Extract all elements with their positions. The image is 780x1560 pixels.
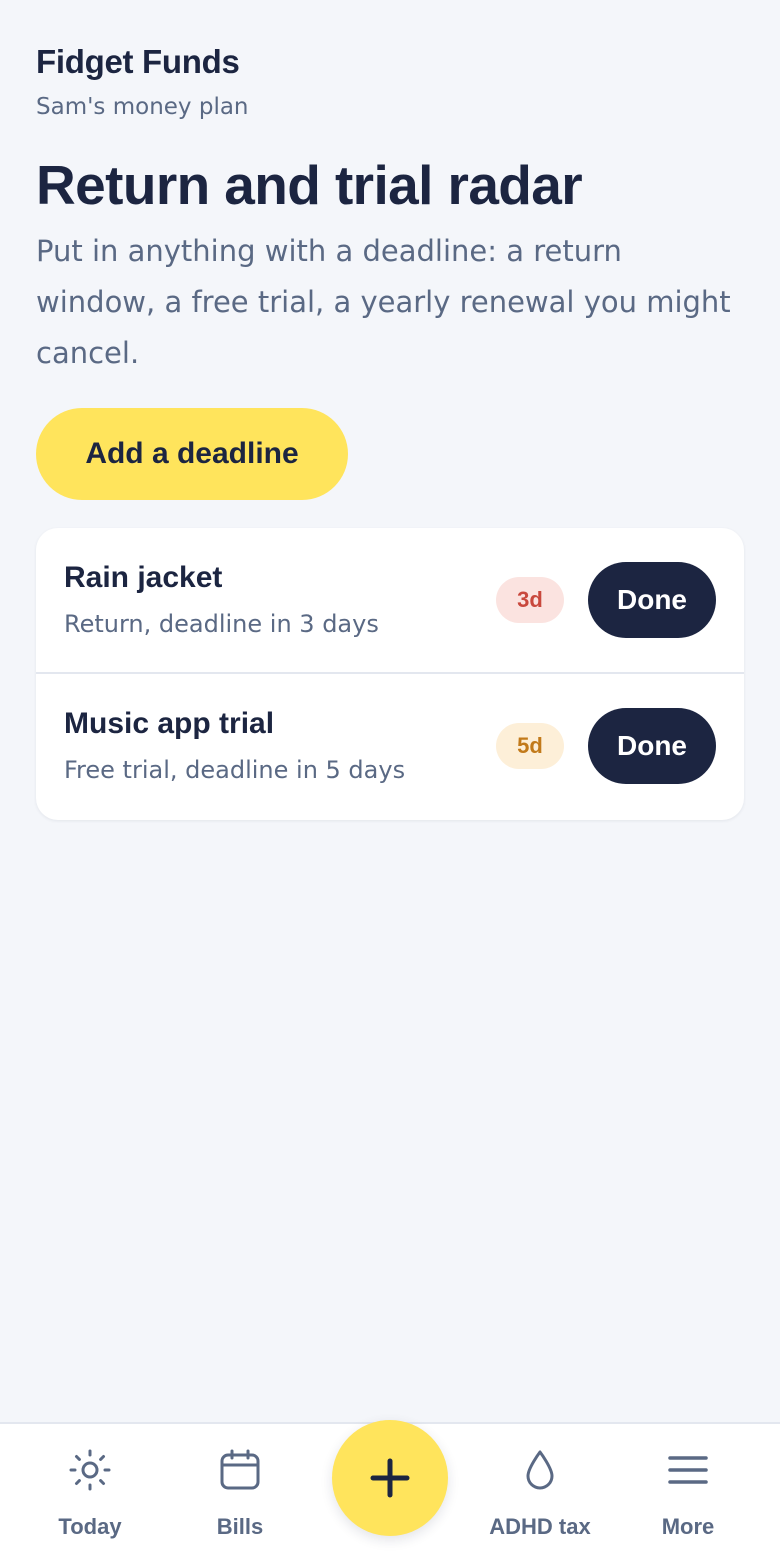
nav-item-more[interactable]: More [618, 1448, 758, 1548]
add-deadline-button[interactable]: Add a deadline [36, 408, 348, 500]
done-button[interactable]: Done [588, 708, 716, 784]
menu-icon [668, 1456, 708, 1484]
sun-icon [69, 1449, 111, 1491]
nav-label-bills: Bills [216, 1514, 264, 1539]
add-fab-button[interactable] [332, 1420, 448, 1536]
page-title: Return and trial radar [36, 154, 583, 216]
app-header: Fidget Funds Sam's money plan [36, 42, 744, 122]
drop-icon [526, 1450, 554, 1490]
days-left-badge: 3d [496, 577, 564, 623]
page-description: Put in anything with a deadline: a retur… [36, 234, 731, 370]
nav-label-today: Today [58, 1514, 122, 1539]
app-title: Fidget Funds [36, 43, 240, 80]
page: Fidget Funds Sam's money plan Return and… [0, 0, 780, 1560]
deadline-title: Music app trial [64, 707, 275, 740]
nav-label-adhd-tax: ADHD tax [489, 1514, 591, 1539]
done-button[interactable]: Done [588, 562, 716, 638]
calendar-icon [220, 1449, 260, 1490]
deadline-item: Music app trial Free trial, deadline in … [36, 674, 744, 820]
deadline-detail: Free trial, deadline in 5 days [64, 756, 406, 784]
nav-item-adhd-tax[interactable]: ADHD tax [470, 1448, 610, 1548]
days-left-badge: 5d [496, 723, 564, 769]
nav-item-today[interactable]: Today [20, 1448, 160, 1548]
deadline-title: Rain jacket [64, 561, 223, 594]
app-subtitle: Sam's money plan [36, 94, 249, 120]
nav-label-more: More [661, 1514, 715, 1539]
deadline-list: Rain jacket Return, deadline in 3 days 3… [36, 528, 744, 820]
plus-icon [370, 1458, 410, 1498]
nav-item-bills[interactable]: Bills [170, 1448, 310, 1548]
deadline-detail: Return, deadline in 3 days [64, 610, 379, 638]
deadline-item: Rain jacket Return, deadline in 3 days 3… [36, 528, 744, 674]
